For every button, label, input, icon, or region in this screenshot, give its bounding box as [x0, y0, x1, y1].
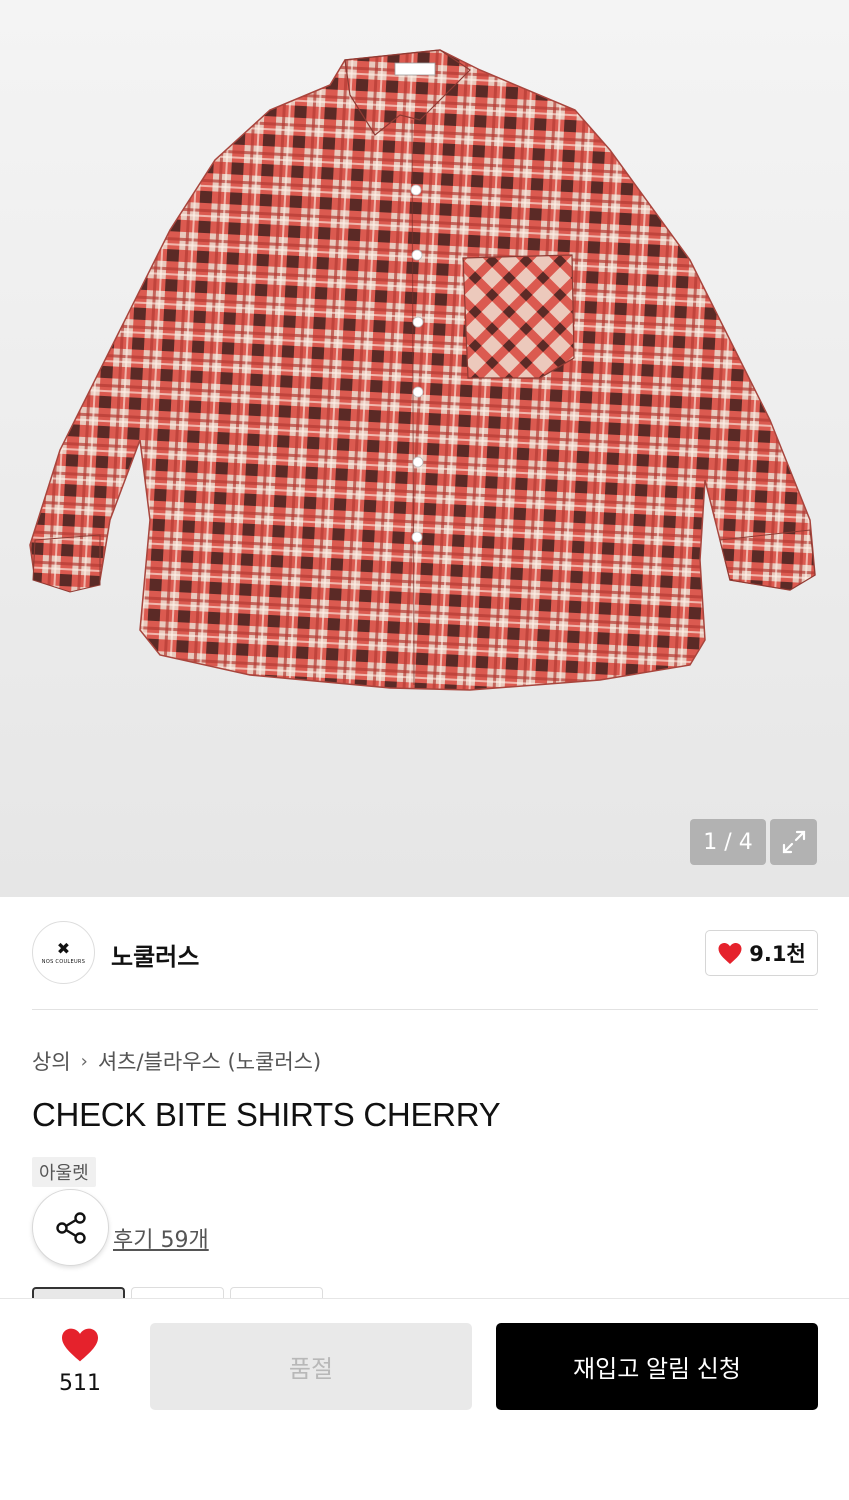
product-image-gallery[interactable]: 1 / 4 — [0, 0, 849, 897]
breadcrumb-category[interactable]: 상의 — [32, 1046, 71, 1076]
chevron-right-icon: › — [80, 1050, 88, 1072]
outlet-tag: 아울렛 — [32, 1157, 96, 1187]
product-title: CHECK BITE SHIRTS CHERRY — [32, 1096, 501, 1133]
image-counter: 1 / 4 — [690, 819, 766, 865]
brand-row: ✖ NOS COULEURS 노쿨러스 9.1천 — [32, 921, 818, 985]
soldout-button[interactable]: 품절 — [150, 1323, 472, 1410]
expand-image-button[interactable] — [770, 819, 817, 865]
expand-icon — [782, 830, 805, 854]
share-icon — [55, 1211, 86, 1244]
brand-name[interactable]: 노쿨러스 — [111, 937, 199, 972]
restock-alert-button[interactable]: 재입고 알림 신청 — [496, 1323, 818, 1410]
brand-logo[interactable]: ✖ NOS COULEURS — [32, 921, 95, 984]
review-link[interactable]: 후기 59개 — [113, 1222, 209, 1254]
bottom-action-bar: 511 품절 재입고 알림 신청 — [0, 1298, 849, 1500]
divider — [32, 1009, 818, 1010]
brand-mark-icon: ✖ — [56, 938, 71, 958]
breadcrumb-subcategory[interactable]: 셔츠/블라우스 (노쿨러스) — [98, 1046, 321, 1076]
heart-icon — [718, 942, 742, 964]
brand-like-button[interactable]: 9.1천 — [705, 930, 818, 976]
share-button[interactable] — [32, 1189, 109, 1266]
heart-icon — [62, 1328, 98, 1362]
product-image[interactable] — [0, 0, 849, 897]
brand-like-count: 9.1천 — [749, 942, 806, 966]
wish-count: 511 — [59, 1371, 101, 1396]
breadcrumb: 상의 › 셔츠/블라우스 (노쿨러스) — [32, 1046, 321, 1076]
brand-logo-text: NOS COULEURS — [41, 958, 86, 965]
wish-button[interactable]: 511 — [40, 1327, 120, 1396]
